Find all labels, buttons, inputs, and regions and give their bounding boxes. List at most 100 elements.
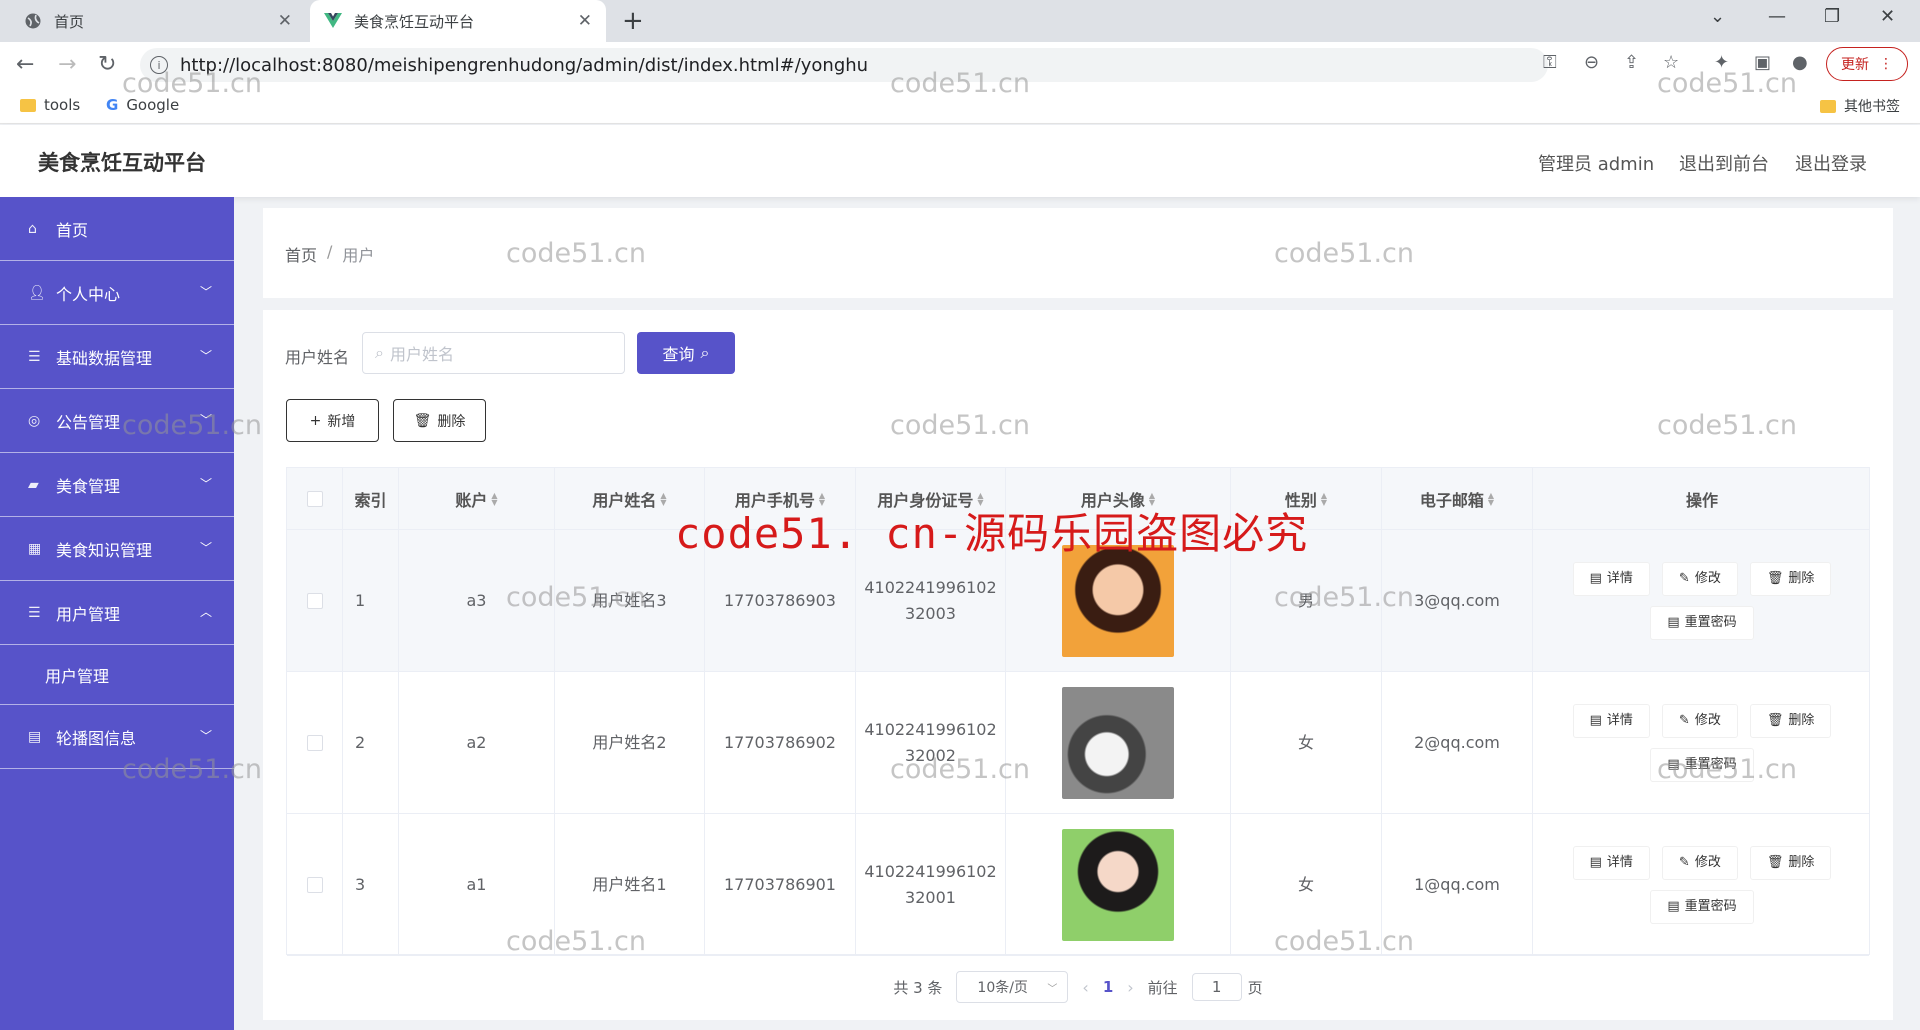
search-input[interactable]: ⌕ 用户姓名: [362, 332, 625, 374]
back-icon[interactable]: ←: [16, 52, 34, 77]
sidebar-subitem-user-management[interactable]: 用户管理: [0, 645, 234, 705]
checkbox[interactable]: [306, 735, 323, 751]
delete-button[interactable]: 🗑︎ 删除: [1749, 562, 1832, 596]
page-size-select[interactable]: 10条/页 ﹀: [956, 971, 1069, 1003]
goto-label: 前往: [1147, 978, 1178, 997]
detail-button[interactable]: ▤ 详情: [1572, 704, 1650, 738]
compass-icon: ◎: [28, 412, 41, 429]
browser-tab-home[interactable]: 首页 ✕: [10, 0, 306, 42]
sort-icon[interactable]: ▲ ▼: [491, 492, 497, 507]
close-icon[interactable]: ✕: [578, 11, 592, 31]
edit-button[interactable]: ✎ 修改: [1661, 846, 1738, 880]
sidebar-item-food-knowledge[interactable]: ▦ 美食知识管理 ﹀: [0, 517, 234, 581]
sort-icon[interactable]: ▲ ▼: [660, 492, 666, 507]
sidebar-item-user-management[interactable]: ☰ 用户管理 ︿: [0, 581, 234, 645]
row-select[interactable]: [287, 530, 343, 672]
info-icon[interactable]: i: [150, 56, 168, 74]
logout-link[interactable]: 退出登录: [1795, 150, 1867, 176]
sidebar-item-carousel[interactable]: ▤ 轮播图信息 ﹀: [0, 705, 234, 769]
cell-index: 1: [343, 530, 399, 672]
edit-button[interactable]: ✎ 修改: [1661, 704, 1738, 738]
sidebar-item-food[interactable]: ▰ 美食管理 ﹀: [0, 453, 234, 517]
minimize-icon[interactable]: —: [1768, 6, 1786, 27]
update-button[interactable]: 更新 ⋮: [1826, 47, 1908, 81]
star-icon[interactable]: ☆: [1663, 52, 1679, 73]
document-icon: ▤: [1589, 713, 1602, 728]
share-icon[interactable]: ⇪: [1624, 52, 1639, 73]
checkbox[interactable]: [306, 877, 323, 893]
bookmark-tools[interactable]: tools: [20, 96, 80, 114]
breadcrumb-current: 用户: [342, 246, 375, 265]
list-icon: ☰: [28, 348, 41, 365]
add-button[interactable]: + 新增: [286, 399, 379, 442]
sidebar-item-basic-data[interactable]: ☰ 基础数据管理 ﹀: [0, 325, 234, 389]
row-select[interactable]: [287, 814, 343, 956]
cell-avatar: [1006, 672, 1231, 814]
pagination: 共 3 条 10条/页 ﹀ ‹ 1 › 前往 1 页: [263, 971, 1893, 1003]
avatar[interactable]: [1062, 545, 1174, 657]
delete-button[interactable]: 🗑︎ 删除: [1749, 704, 1832, 738]
reset-password-button[interactable]: ▤ 重置密码: [1650, 606, 1754, 640]
chevron-up-icon: ︿: [199, 605, 212, 619]
key-icon[interactable]: ⚿: [1543, 52, 1557, 73]
search-label: 用户姓名: [285, 348, 350, 367]
prev-page-icon[interactable]: ‹: [1082, 978, 1088, 997]
flag-icon: ▰: [28, 476, 39, 493]
header-select-all[interactable]: [287, 468, 343, 530]
bookmark-other[interactable]: 其他书签: [1820, 96, 1900, 116]
close-icon[interactable]: ✕: [278, 11, 292, 31]
sort-icon[interactable]: ▲ ▼: [1321, 492, 1327, 507]
sidebar-item-home[interactable]: ⌂ 首页: [0, 197, 234, 261]
checkbox[interactable]: [306, 593, 323, 609]
cell-account: a2: [399, 672, 555, 814]
sort-icon[interactable]: ▲ ▼: [1488, 492, 1494, 507]
column-header-account[interactable]: 账户 ▲ ▼: [399, 468, 555, 530]
goto-page-input[interactable]: 1: [1191, 973, 1242, 1001]
window-close-icon[interactable]: ✕: [1880, 6, 1895, 27]
browser-tab-platform[interactable]: 美食烹饪互动平台 ✕: [310, 0, 606, 42]
reload-icon[interactable]: ↻: [98, 52, 116, 77]
column-header-index: 索引: [343, 468, 399, 530]
admin-user-link[interactable]: 管理员 admin: [1538, 150, 1654, 176]
sidebar-item-notice[interactable]: ◎ 公告管理 ﹀: [0, 389, 234, 453]
forward-icon[interactable]: →: [58, 52, 76, 77]
table-row: 3 a1 用户姓名1 17703786901 4102241996102 3200…: [287, 814, 1869, 956]
page-number-current[interactable]: 1: [1103, 978, 1113, 996]
pencil-icon: ✎: [1678, 855, 1690, 870]
delete-button[interactable]: 🗑︎ 删除: [1749, 846, 1832, 880]
app-header: 美食烹饪互动平台 管理员 admin 退出到前台 退出登录: [0, 125, 1920, 197]
column-header-email[interactable]: 电子邮箱 ▲ ▼: [1382, 468, 1533, 530]
zoom-icon[interactable]: ⊖: [1584, 52, 1599, 73]
detail-button[interactable]: ▤ 详情: [1572, 846, 1650, 880]
table-row: 2 a2 用户姓名2 17703786902 4102241996102 3200…: [287, 672, 1869, 814]
reset-password-button[interactable]: ▤ 重置密码: [1650, 748, 1754, 782]
checkbox[interactable]: [306, 491, 323, 507]
bookmarks-bar: tools G Google 其他书签: [0, 88, 1920, 124]
document-icon: ▤: [1667, 615, 1680, 630]
cell-account: a1: [399, 814, 555, 956]
bookmark-google[interactable]: G Google: [106, 96, 179, 114]
browser-toolbar: ← → ↻ i http://localhost:8080/meishipeng…: [0, 42, 1920, 88]
maximize-icon[interactable]: ❐: [1824, 6, 1840, 27]
reset-password-button[interactable]: ▤ 重置密码: [1650, 890, 1754, 924]
new-tab-icon[interactable]: +: [622, 6, 644, 36]
cell-avatar: [1006, 814, 1231, 956]
breadcrumb-home[interactable]: 首页: [285, 242, 317, 266]
address-bar[interactable]: i http://localhost:8080/meishipengrenhud…: [140, 48, 1548, 82]
extensions-icon[interactable]: ✦: [1714, 52, 1729, 73]
side-panel-icon[interactable]: ▣: [1754, 52, 1771, 73]
avatar[interactable]: [1062, 687, 1174, 799]
profile-icon[interactable]: ●: [1792, 52, 1808, 73]
search-button[interactable]: 查询 ⌕: [637, 332, 735, 374]
avatar[interactable]: [1062, 829, 1174, 941]
detail-button[interactable]: ▤ 详情: [1572, 562, 1650, 596]
edit-button[interactable]: ✎ 修改: [1661, 562, 1738, 596]
next-page-icon[interactable]: ›: [1127, 978, 1133, 997]
search-placeholder: 用户姓名: [389, 345, 454, 364]
sidebar-item-personal-center[interactable]: 👤︎ 个人中心 ﹀: [0, 261, 234, 325]
batch-delete-button[interactable]: 🗑︎ 删除: [393, 399, 486, 442]
chevron-down-icon[interactable]: ⌄: [1710, 6, 1725, 27]
pagination-total: 共 3 条: [893, 978, 943, 997]
back-to-frontend-link[interactable]: 退出到前台: [1679, 150, 1769, 176]
row-select[interactable]: [287, 672, 343, 814]
